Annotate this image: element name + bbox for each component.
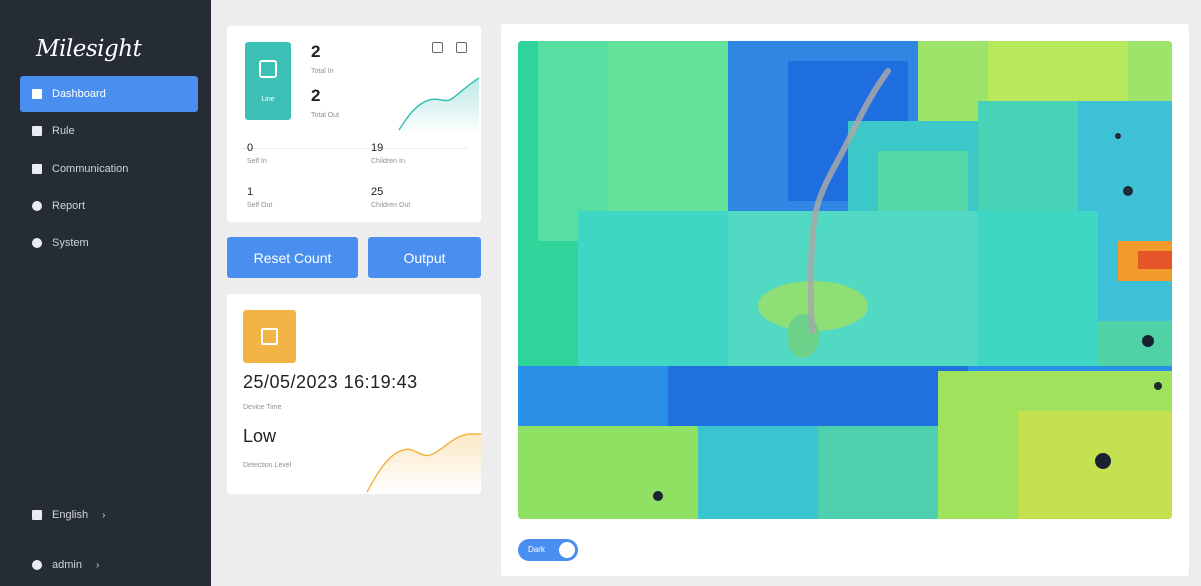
chevron-right-icon: › <box>95 559 100 571</box>
expand-icon[interactable] <box>432 42 443 53</box>
language-selector[interactable]: English › <box>20 497 198 533</box>
calendar-icon <box>261 328 278 345</box>
detection-level-label: Detection Level <box>243 462 292 469</box>
divider <box>241 148 467 149</box>
sidebar-item-rule[interactable]: Rule <box>20 113 198 149</box>
communication-icon <box>32 164 42 174</box>
total-in-label: Total In <box>311 68 334 75</box>
device-time-label: Device Time <box>243 404 282 411</box>
children-out-value: 25 <box>371 186 384 198</box>
sidebar-item-label: System <box>52 237 89 249</box>
user-icon <box>32 560 42 570</box>
sidebar-item-label: Report <box>52 200 86 212</box>
self-out-label: Self Out <box>247 202 273 209</box>
self-in-label: Self In <box>247 158 267 165</box>
self-in-value: 0 <box>247 142 254 154</box>
people-count-card: Line 2 Total In 2 Total Out 0 Self In 19… <box>227 26 481 222</box>
total-out-value: 2 <box>311 86 321 105</box>
device-datetime: 25/05/2023 16:19:43 <box>243 372 418 392</box>
sidebar-item-communication[interactable]: Communication <box>20 151 198 187</box>
total-out-label: Total Out <box>311 112 340 119</box>
rule-icon <box>32 126 42 136</box>
detection-level: Low <box>243 426 277 446</box>
sidebar-item-system[interactable]: System <box>20 225 198 261</box>
dark-mode-toggle[interactable]: Dark <box>518 539 578 561</box>
user-label: admin <box>52 559 82 571</box>
chevron-right-icon: › <box>102 509 106 521</box>
level-sparkline <box>366 433 481 494</box>
self-out-value: 1 <box>247 186 254 198</box>
milesight-logo: Milesight <box>36 36 142 62</box>
depth-map-view[interactable] <box>518 41 1172 519</box>
line-tile: Line <box>245 42 291 120</box>
sidebar-item-dashboard[interactable]: Dashboard <box>20 76 198 112</box>
language-icon <box>32 510 42 520</box>
clock-tile <box>243 310 296 363</box>
sidebar-item-report[interactable]: Report <box>20 188 198 224</box>
reset-count-button[interactable]: Reset Count <box>227 237 358 278</box>
sidebar-item-label: Rule <box>52 125 75 137</box>
line-icon <box>259 60 277 78</box>
language-label: English <box>52 509 89 521</box>
sidebar-item-label: Dashboard <box>52 88 106 100</box>
dashboard-icon <box>32 89 42 99</box>
sidebar: Milesight Dashboard Rule Communication R… <box>0 0 211 586</box>
output-button[interactable]: Output <box>368 237 481 278</box>
total-in-value: 2 <box>311 42 321 61</box>
toggle-knob <box>559 542 575 558</box>
system-icon <box>32 238 42 248</box>
fullscreen-icon[interactable] <box>456 42 467 53</box>
children-in-value: 19 <box>371 142 384 154</box>
trend-sparkline <box>398 77 480 134</box>
children-in-label: Children In <box>371 158 405 165</box>
user-menu[interactable]: admin › <box>20 547 198 583</box>
children-out-label: Children Out <box>371 202 411 209</box>
report-icon <box>32 201 42 211</box>
sidebar-item-label: Communication <box>52 163 129 175</box>
tile-label: Line <box>261 96 275 103</box>
toggle-label: Dark <box>528 545 545 554</box>
device-time-card: 25/05/2023 16:19:43 Device Time Low Dete… <box>227 294 481 494</box>
